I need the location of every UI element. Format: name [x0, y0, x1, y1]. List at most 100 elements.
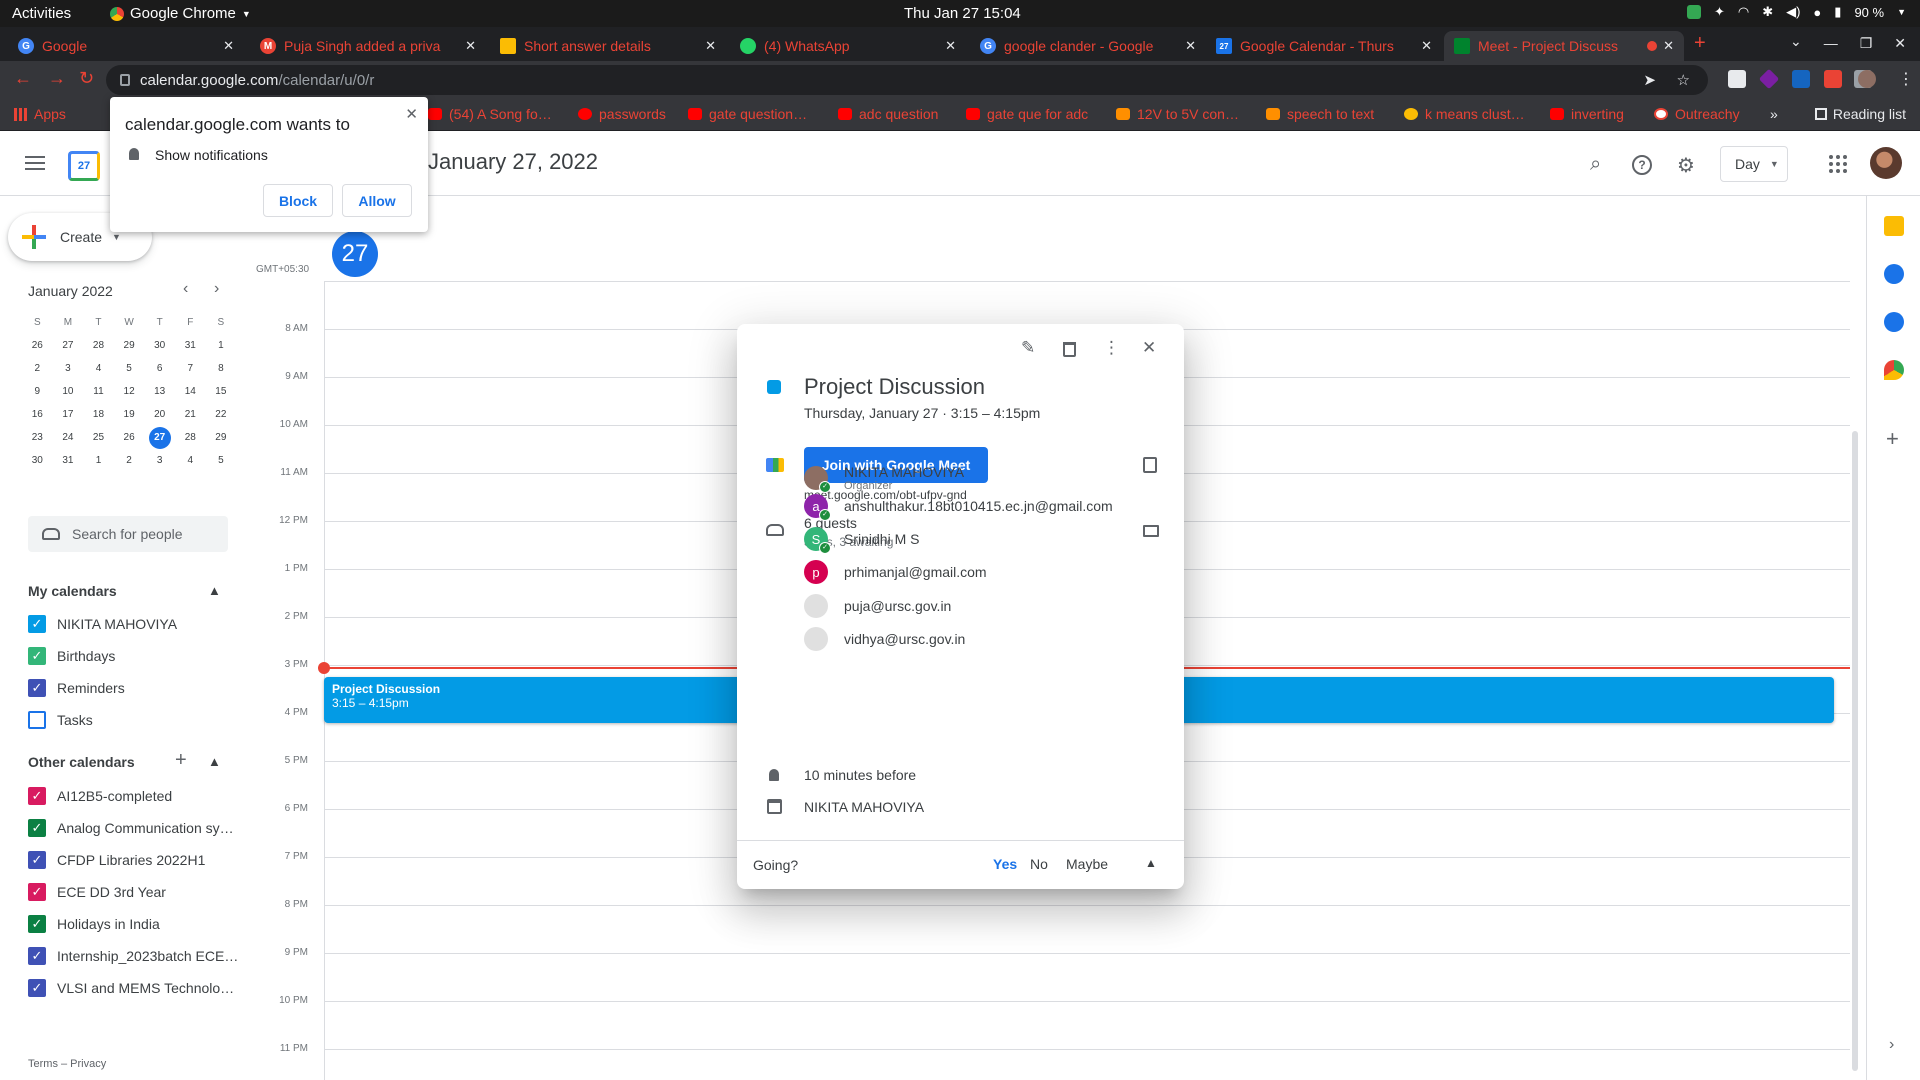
extension-icon[interactable] [1792, 70, 1810, 88]
calendar-logo[interactable]: 27 [68, 151, 100, 181]
mini-calendar-day[interactable]: 8 [206, 357, 237, 380]
mini-calendar-day[interactable]: 4 [175, 449, 206, 472]
calendar-list-item[interactable]: ✓ Internship_2023batch ECE… [28, 947, 238, 965]
mini-calendar-day[interactable]: 17 [53, 403, 84, 426]
add-calendar-icon[interactable]: + [175, 749, 187, 772]
close-icon[interactable]: ✕ [465, 38, 476, 54]
mini-calendar-day[interactable]: 22 [206, 403, 237, 426]
back-icon[interactable]: ← [14, 68, 32, 89]
mini-calendar-day[interactable]: 4 [83, 357, 114, 380]
mini-calendar-day[interactable]: 28 [83, 334, 114, 357]
calendar-list-item[interactable]: ✓ ECE DD 3rd Year [28, 883, 166, 901]
tasks-icon[interactable] [1884, 264, 1904, 284]
edit-pencil-icon[interactable]: ✎ [1021, 338, 1035, 358]
bookmark-item[interactable]: k means clust… [1404, 106, 1525, 122]
tab-slides[interactable]: Short answer details ✕ [490, 31, 726, 61]
extension-icon[interactable] [1728, 70, 1746, 88]
close-icon[interactable]: ✕ [1185, 38, 1196, 54]
search-people-input[interactable]: Search for people [28, 516, 228, 552]
reload-icon[interactable]: ↻ [79, 68, 94, 89]
view-switcher[interactable]: Day ▼ [1720, 146, 1788, 182]
chevron-up-icon[interactable]: ▲ [208, 754, 221, 769]
tab-whatsapp[interactable]: (4) WhatsApp ✕ [730, 31, 966, 61]
google-apps-icon[interactable] [1829, 155, 1847, 173]
forward-icon[interactable]: → [48, 68, 66, 89]
bookmark-item[interactable]: (54) A Song fo… [428, 106, 552, 122]
my-calendars-title[interactable]: My calendars [28, 583, 117, 599]
bookmark-item[interactable]: speech to text [1266, 106, 1374, 122]
terms-privacy-link[interactable]: Terms – Privacy [28, 1058, 106, 1070]
bookmark-star-icon[interactable]: ☆ [1677, 71, 1690, 89]
menu-dots-icon[interactable]: ⋮ [1898, 69, 1914, 89]
mini-calendar-day[interactable]: 2 [22, 357, 53, 380]
close-window-icon[interactable]: ✕ [1894, 35, 1906, 52]
guest-row[interactable]: vidhya@ursc.gov.in [804, 627, 965, 651]
reading-list-button[interactable]: Reading list [1814, 106, 1906, 122]
calendar-checkbox[interactable]: ✓ [28, 647, 46, 665]
mini-calendar-day[interactable]: 12 [114, 380, 145, 403]
more-options-icon[interactable]: ⋮ [1103, 338, 1120, 358]
rsvp-maybe-button[interactable]: Maybe [1066, 856, 1108, 872]
new-tab-button[interactable]: + [1694, 32, 1706, 55]
calendar-list-item[interactable]: ✓ VLSI and MEMS Technolo… [28, 979, 234, 997]
calendar-checkbox[interactable]: ✓ [28, 979, 46, 997]
tab-search-icon[interactable]: ⌄ [1790, 33, 1802, 50]
close-icon[interactable]: ✕ [223, 38, 234, 54]
mini-calendar-day[interactable]: 19 [114, 403, 145, 426]
close-icon[interactable]: ✕ [705, 38, 716, 54]
system-tray[interactable]: ✦ ◠ ✱ ◀) ● ▮ 90 % ▼ [1686, 4, 1906, 20]
mini-calendar-day[interactable]: 7 [175, 357, 206, 380]
activities-button[interactable]: Activities [12, 5, 71, 22]
chevron-up-icon[interactable]: ▲ [208, 583, 221, 598]
calendar-checkbox[interactable]: ✓ [28, 819, 46, 837]
calendar-checkbox[interactable]: ✓ [28, 679, 46, 697]
guest-row[interactable]: p prhimanjal@gmail.com [804, 560, 987, 584]
tab-google-calendar[interactable]: 27 Google Calendar - Thurs ✕ [1206, 31, 1442, 61]
lock-icon[interactable] [120, 74, 130, 86]
settings-gear-icon[interactable]: ⚙ [1677, 153, 1695, 178]
mini-calendar-day[interactable]: 1 [206, 334, 237, 357]
mini-calendar-day[interactable]: 6 [144, 357, 175, 380]
mini-calendar-day[interactable]: 20 [144, 403, 175, 426]
bookmark-item[interactable]: Outreachy [1654, 106, 1740, 122]
calendar-list-item[interactable]: ✓ NIKITA MAHOVIYA [28, 615, 177, 633]
mini-calendar-day[interactable]: 31 [175, 334, 206, 357]
calendar-checkbox[interactable]: ✓ [28, 883, 46, 901]
profile-avatar[interactable] [1858, 70, 1876, 88]
block-button[interactable]: Block [263, 184, 333, 217]
calendar-checkbox[interactable]: ✓ [28, 915, 46, 933]
mini-calendar-day[interactable]: 10 [53, 380, 84, 403]
mini-calendar-day[interactable]: 1 [83, 449, 114, 472]
send-icon[interactable]: ➤ [1643, 71, 1656, 89]
email-guests-icon[interactable] [1143, 525, 1159, 537]
more-bookmarks-button[interactable]: » [1770, 106, 1778, 122]
calendar-list-item[interactable]: ✓ AI12B5-completed [28, 787, 172, 805]
guest-row[interactable]: ✓ NIKITA MAHOVIYA Organizer [804, 464, 964, 493]
calendar-checkbox[interactable]: ✓ [28, 947, 46, 965]
next-month-icon[interactable]: › [214, 280, 219, 298]
bookmark-item[interactable]: passwords [578, 106, 666, 122]
mini-calendar-day[interactable]: 14 [175, 380, 206, 403]
bookmark-item[interactable]: inverting [1550, 106, 1624, 122]
close-icon[interactable]: ✕ [1421, 38, 1432, 54]
bookmark-item[interactable]: gate question… [688, 106, 807, 122]
rsvp-no-button[interactable]: No [1030, 856, 1048, 872]
extension-icon[interactable] [1824, 70, 1842, 88]
calendar-checkbox[interactable]: ✓ [28, 787, 46, 805]
tab-meet[interactable]: Meet - Project Discuss ✕ [1444, 31, 1684, 61]
main-menu-icon[interactable] [25, 156, 45, 174]
address-bar[interactable]: calendar.google.com/calendar/u/0/r ➤ ☆ [106, 65, 1708, 95]
mini-calendar-day[interactable]: 11 [83, 380, 114, 403]
mini-calendar-day[interactable]: 27 [53, 334, 84, 357]
mini-calendar-day[interactable]: 28 [175, 426, 206, 449]
other-calendars-title[interactable]: Other calendars [28, 754, 135, 770]
bookmark-item[interactable]: adc question [838, 106, 938, 122]
mini-calendar-day[interactable]: 18 [83, 403, 114, 426]
bookmark-item[interactable]: gate que for adc [966, 106, 1088, 122]
vertical-scrollbar[interactable] [1852, 431, 1858, 1071]
calendar-list-item[interactable]: ✓ CFDP Libraries 2022H1 [28, 851, 205, 869]
mini-calendar-day[interactable]: 15 [206, 380, 237, 403]
calendar-checkbox[interactable]: ✓ [28, 615, 46, 633]
mini-calendar-day[interactable]: 13 [144, 380, 175, 403]
account-avatar[interactable] [1870, 147, 1902, 179]
